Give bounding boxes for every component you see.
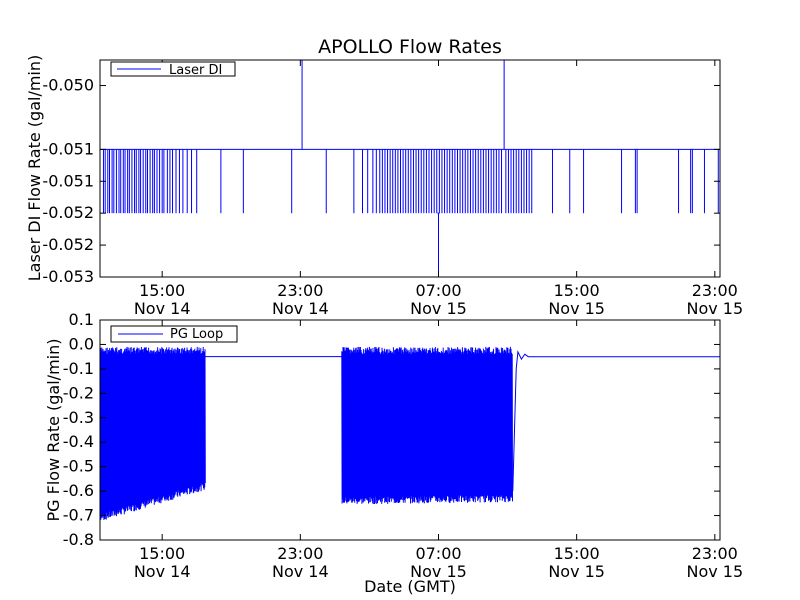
pg-loop-y-tick-label: -0.7 <box>63 506 94 525</box>
pg-loop-oscillation-1 <box>99 346 206 521</box>
laser-di-y-tick-label: -0.052 <box>42 203 94 222</box>
laser-di-x-tick-date: Nov 14 <box>134 299 191 318</box>
x-axis-label: Date (GMT) <box>364 577 456 596</box>
laser-di-x-tick-time: 23:00 <box>692 281 738 300</box>
pg-loop-x-tick-time: 23:00 <box>277 544 323 563</box>
laser-di-x-tick-time: 07:00 <box>415 281 461 300</box>
pg-loop-y-axis-label: PG Flow Rate (gal/min) <box>44 339 63 522</box>
pg-loop-y-tick-label: -0.2 <box>63 383 94 402</box>
figure: APOLLO Flow Rates -0.050 -0.051 -0.051 -0.0… <box>0 0 800 600</box>
pg-loop-oscillation-2 <box>341 346 513 505</box>
laser-di-y-tick-label: -0.051 <box>42 139 94 158</box>
pg-loop-legend-label: PG Loop <box>170 327 223 342</box>
pg-loop-x-tick-time: 15:00 <box>139 544 185 563</box>
pg-loop-x-tick-date: Nov 15 <box>548 562 605 581</box>
pg-loop-y-tick-label: -0.8 <box>63 530 94 549</box>
laser-di-y-tick-label: -0.050 <box>42 76 94 95</box>
pg-loop-x-tick-time: 23:00 <box>692 544 738 563</box>
laser-di-y-axis-label: Laser DI Flow Rate (gal/min) <box>25 55 44 282</box>
pg-loop-legend: PG Loop <box>110 325 238 343</box>
laser-di-y-tick-label: -0.051 <box>42 171 94 190</box>
laser-di-x-tick-date: Nov 15 <box>410 299 467 318</box>
laser-di-x-tick-time: 15:00 <box>554 281 600 300</box>
pg-loop-x-tick-time: 15:00 <box>554 544 600 563</box>
pg-loop-x-tick-date: Nov 15 <box>686 562 743 581</box>
laser-di-x-tick-date: Nov 15 <box>686 299 743 318</box>
pg-loop-y-tick-label: 0.1 <box>69 310 94 329</box>
pg-loop-y-tick-label: -0.4 <box>63 432 94 451</box>
pg-loop-x-tick-date: Nov 14 <box>134 562 191 581</box>
pg-loop-x-tick-time: 07:00 <box>415 544 461 563</box>
pg-loop-y-tick-label: -0.1 <box>63 359 94 378</box>
pg-loop-y-tick-label: -0.3 <box>63 408 94 427</box>
laser-di-legend-label: Laser DI <box>169 63 222 78</box>
laser-di-x-tick-time: 23:00 <box>277 281 323 300</box>
laser-di-legend: Laser DI <box>110 61 236 78</box>
laser-di-x-tick-date: Nov 14 <box>272 299 329 318</box>
pg-loop-y-tick-label: -0.6 <box>63 481 94 500</box>
pg-loop-x-tick-date: Nov 14 <box>272 562 329 581</box>
laser-di-x-tick-date: Nov 15 <box>548 299 605 318</box>
laser-di-y-tick-label: -0.052 <box>42 235 94 254</box>
pg-loop-y-tick-label: -0.5 <box>63 457 94 476</box>
pg-loop-y-tick-label: 0.0 <box>69 334 94 353</box>
laser-di-y-tick-label: -0.053 <box>42 267 94 286</box>
chart-title: APOLLO Flow Rates <box>318 36 502 58</box>
laser-di-x-tick-time: 15:00 <box>139 281 185 300</box>
